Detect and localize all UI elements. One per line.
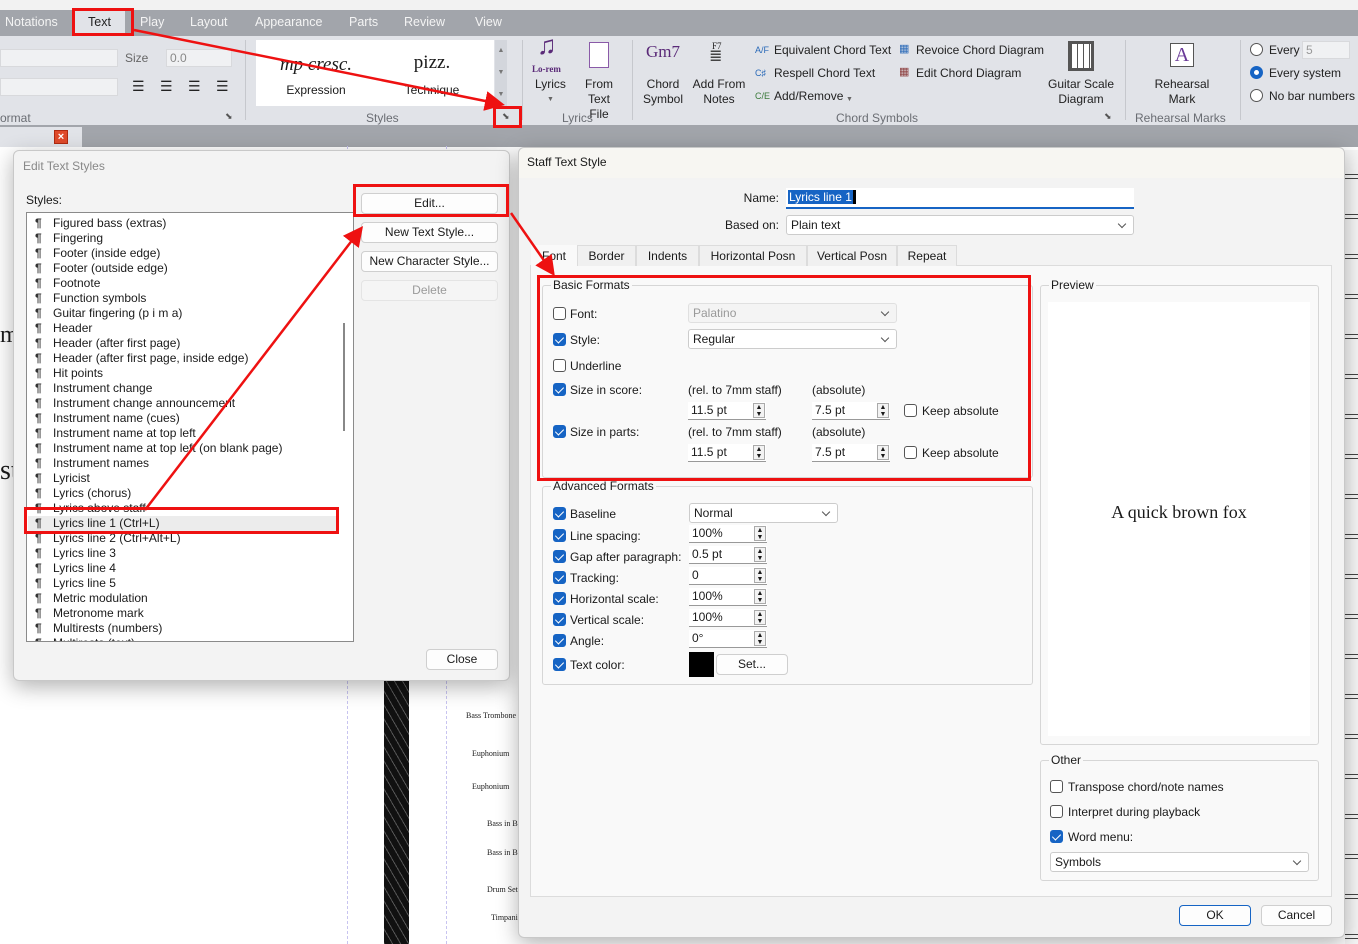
annotation-arrows (133, 28, 555, 511)
arrow-to-launcher (133, 28, 505, 111)
arrow-to-basic-formats (509, 212, 555, 277)
arrow-to-edit (144, 226, 364, 511)
